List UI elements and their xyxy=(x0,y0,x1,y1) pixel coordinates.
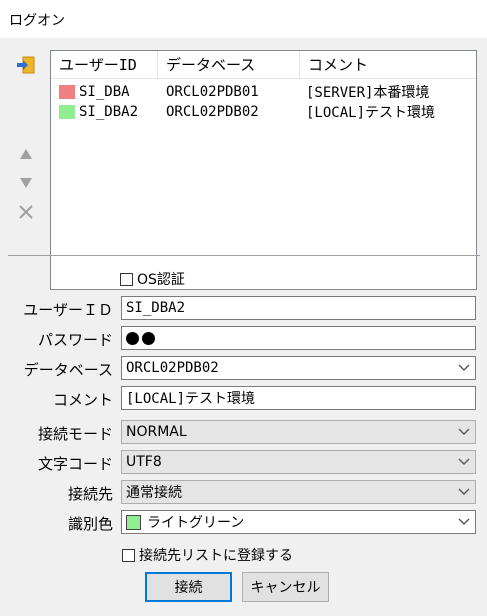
list-item[interactable]: SI_DBA2 ORCL02PDB02 [LOCAL]テスト環境 xyxy=(51,102,476,122)
connect-button[interactable]: 接続 xyxy=(145,572,232,602)
connect-mode-label: 接続モード xyxy=(37,425,113,443)
color-select[interactable]: ライトグリーン xyxy=(121,510,476,534)
checkbox-box[interactable] xyxy=(120,272,133,286)
arrow-down-icon[interactable] xyxy=(16,173,36,193)
os-auth-checkbox[interactable]: OS認証 xyxy=(120,269,185,289)
password-label: パスワード xyxy=(37,331,113,349)
destination-label: 接続先 xyxy=(67,485,113,503)
chevron-down-icon[interactable] xyxy=(453,421,475,443)
list-item[interactable]: SI_DBA ORCL02PDB01 [SERVER]本番環境 xyxy=(51,82,476,102)
list-cell-user-id-text: SI_DBA2 xyxy=(79,104,139,120)
user-id-value: SI_DBA2 xyxy=(126,300,186,316)
user-id-label: ユーザーＩＤ xyxy=(23,301,113,319)
connect-mode-value: NORMAL xyxy=(126,424,187,440)
password-mask-dot xyxy=(142,331,155,345)
os-auth-label: OS認証 xyxy=(137,272,185,288)
list-cell-database: ORCL02PDB02 xyxy=(166,104,259,120)
register-label: 接続先リストに登録する xyxy=(139,548,293,564)
chevron-down-icon[interactable] xyxy=(453,451,475,473)
charset-value: UTF8 xyxy=(126,454,162,470)
list-header: ユーザーID データベース コメント xyxy=(51,51,476,79)
comment-label: コメント xyxy=(52,391,113,409)
connect-mode-select[interactable]: NORMAL xyxy=(121,420,476,444)
list-cell-comment: [SERVER]本番環境 xyxy=(306,85,430,101)
color-select-value: ライトグリーン xyxy=(126,512,453,532)
destination-value: 通常接続 xyxy=(126,485,182,501)
color-label: 識別色 xyxy=(67,515,113,533)
comment-value: [LOCAL]テスト環境 xyxy=(126,391,256,407)
user-id-input[interactable]: SI_DBA2 xyxy=(121,296,476,320)
connection-list[interactable]: ユーザーID データベース コメント SI_DBA ORCL02PDB01 [S… xyxy=(50,50,477,290)
database-label: データベース xyxy=(23,361,113,379)
window-title: ログオン xyxy=(9,13,65,29)
charset-select[interactable]: UTF8 xyxy=(121,450,476,474)
list-cell-user-id: SI_DBA xyxy=(51,84,158,100)
column-header-comment[interactable]: コメント xyxy=(300,51,476,79)
list-cell-user-id-text: SI_DBA xyxy=(79,84,130,100)
database-combo[interactable]: ORCL02PDB02 xyxy=(121,356,476,380)
checkbox-box[interactable] xyxy=(122,548,135,562)
column-header-database[interactable]: データベース xyxy=(158,51,300,79)
charset-label: 文字コード xyxy=(37,455,113,473)
list-cell-database: ORCL02PDB01 xyxy=(166,84,259,100)
column-header-user-id[interactable]: ユーザーID xyxy=(51,51,158,79)
close-icon[interactable] xyxy=(16,202,36,222)
register-checkbox[interactable]: 接続先リストに登録する xyxy=(122,545,293,565)
list-cell-user-id: SI_DBA2 xyxy=(51,104,158,120)
arrow-up-icon[interactable] xyxy=(16,144,36,164)
color-swatch xyxy=(59,85,75,99)
chevron-down-icon[interactable] xyxy=(453,481,475,503)
chevron-down-icon[interactable] xyxy=(453,357,475,379)
color-value: ライトグリーン xyxy=(147,515,245,531)
import-icon[interactable] xyxy=(16,55,36,75)
title-bar: ログオン xyxy=(0,0,487,38)
password-mask-dot xyxy=(126,331,139,345)
database-value: ORCL02PDB02 xyxy=(126,360,219,376)
separator xyxy=(8,255,480,256)
list-cell-comment: [LOCAL]テスト環境 xyxy=(306,105,436,121)
password-input[interactable] xyxy=(121,326,476,350)
destination-select[interactable]: 通常接続 xyxy=(121,480,476,504)
dialog-body: ユーザーID データベース コメント SI_DBA ORCL02PDB01 [S… xyxy=(0,38,487,616)
chevron-down-icon[interactable] xyxy=(453,511,475,533)
comment-input[interactable]: [LOCAL]テスト環境 xyxy=(121,386,476,410)
cancel-button[interactable]: キャンセル xyxy=(242,572,329,602)
color-swatch xyxy=(126,514,141,530)
color-swatch xyxy=(59,105,75,119)
